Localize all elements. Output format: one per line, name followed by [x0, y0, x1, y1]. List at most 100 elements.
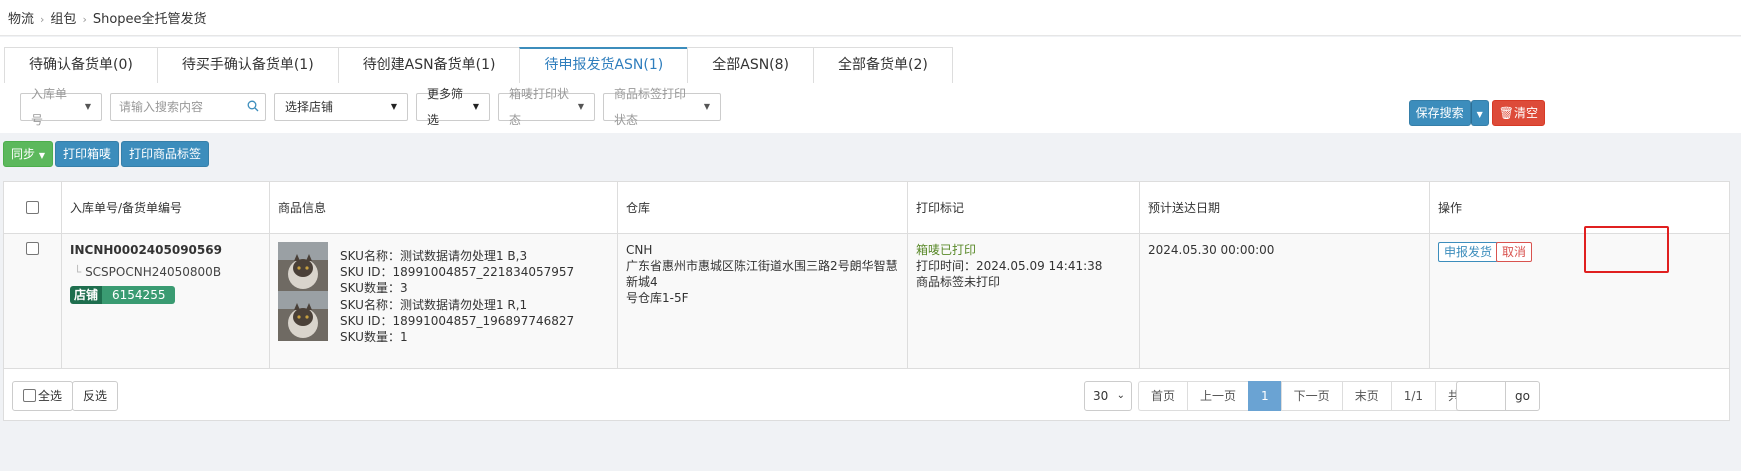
breadcrumb-item-logistics[interactable]: 物流 — [8, 12, 34, 27]
box-print-status-label: 箱唛打印状态 — [509, 87, 570, 127]
box-label-status: 箱唛已打印 — [916, 243, 977, 257]
goto-page-button[interactable]: go — [1505, 381, 1540, 411]
table-header: 入库单号/备货单编号 商品信息 仓库 打印标记 预计送达日期 操作 — [4, 182, 1729, 234]
search-placeholder: 请输入搜索内容 — [119, 100, 204, 114]
caret-down-icon: ▼ — [577, 102, 584, 111]
cat-photo-icon — [278, 291, 328, 341]
sku-name: SKU名称：测试数据请勿处理1 B,3 — [340, 249, 528, 263]
eta-date: 2024.05.30 00:00:00 — [1148, 243, 1275, 257]
header-eta: 预计送达日期 — [1140, 182, 1430, 233]
cancel-button[interactable]: 取消 — [1496, 242, 1533, 262]
page-1-button[interactable]: 1 — [1248, 381, 1281, 411]
asn-table: 入库单号/备货单编号 商品信息 仓库 打印标记 预计送达日期 操作 INCNH0… — [3, 181, 1730, 421]
invert-selection-button[interactable]: 反选 — [72, 381, 119, 411]
order-no-cell: INCNH0002405090569 └ SCSPOCNH24050800B 店… — [62, 234, 270, 368]
header-checkbox-cell — [4, 182, 62, 233]
row-checkbox[interactable] — [26, 242, 39, 255]
print-box-label-button[interactable]: 打印箱唛 — [55, 141, 120, 167]
inbound-no[interactable]: INCNH0002405090569 — [70, 242, 269, 258]
action-bar: 同步 ▼ 打印箱唛 打印商品标签 — [3, 141, 210, 167]
table-footer: 全选 反选 30 ⌄ 首页 上一页 1 下一页 末页 1/1 共1条 go — [4, 370, 1729, 420]
warehouse-cell: CNH 广东省惠州市惠城区陈江街道水围三路2号朗华智慧新城4 号仓库1-5F — [618, 234, 908, 368]
row-checkbox-cell — [4, 234, 62, 368]
store-badge: 店铺 6154255 — [70, 286, 176, 304]
label-print-status-label: 商品标签打印状态 — [614, 87, 687, 127]
filter-panel: 待确认备货单(0) 待买手确认备货单(1) 待创建ASN备货单(1) 待申报发货… — [0, 37, 1753, 133]
sync-button[interactable]: 同步 ▼ — [3, 141, 53, 167]
page-size-select[interactable]: 30 ⌄ — [1084, 381, 1132, 411]
store-badge-id: 6154255 — [102, 286, 176, 304]
label-print-status-select[interactable]: 商品标签打印状态 ▼ — [603, 87, 721, 127]
tab-pending-confirm[interactable]: 待确认备货单(0) — [4, 47, 157, 83]
eta-cell: 2024.05.30 00:00:00 — [1140, 234, 1430, 368]
chevron-right-icon: › — [40, 13, 45, 26]
caret-down-icon: ▼ — [38, 151, 45, 160]
page-size-value: 30 — [1093, 389, 1109, 403]
save-search-button[interactable]: 保存搜索 — [1408, 100, 1471, 126]
table-row: INCNH0002405090569 └ SCSPOCNH24050800B 店… — [4, 234, 1729, 369]
goto-page-input[interactable] — [1456, 381, 1506, 411]
warehouse-address-line-2: 号仓库1-5F — [626, 291, 689, 305]
select-all-checkbox[interactable] — [26, 201, 39, 214]
tab-all-asn[interactable]: 全部ASN(8) — [687, 47, 814, 83]
product-thumbnail[interactable] — [278, 242, 328, 292]
select-all-toggle[interactable]: 全选 — [12, 381, 74, 411]
next-page-button[interactable]: 下一页 — [1280, 381, 1342, 411]
print-product-label-button[interactable]: 打印商品标签 — [121, 141, 210, 167]
breadcrumb-item-current: Shopee全托管发货 — [92, 12, 207, 27]
sku-name: SKU名称：测试数据请勿处理1 R,1 — [340, 298, 528, 312]
store-select-label: 选择店铺 — [285, 100, 334, 114]
breadcrumb-item-package[interactable]: 组包 — [50, 12, 76, 27]
stock-no[interactable]: SCSPOCNH24050800B — [85, 265, 221, 279]
stock-no-row: └ SCSPOCNH24050800B — [70, 264, 269, 280]
select-all-footer-checkbox[interactable] — [23, 389, 36, 402]
chevron-down-icon: ⌄ — [1116, 390, 1125, 401]
select-all-label: 全选 — [38, 389, 63, 403]
save-search-label: 保存搜索 — [1415, 106, 1464, 120]
tab-create-asn[interactable]: 待创建ASN备货单(1) — [337, 47, 520, 83]
search-field-label: 入库单号 — [31, 87, 68, 127]
header-product-info: 商品信息 — [270, 182, 618, 233]
search-field-select[interactable]: 入库单号 ▼ — [20, 87, 102, 127]
product-item: SKU名称：测试数据请勿处理1 R,1 SKU ID：18991004857_1… — [278, 291, 608, 344]
caret-down-icon: ▼ — [472, 102, 479, 111]
product-item: SKU名称：测试数据请勿处理1 B,3 SKU ID：18991004857_2… — [278, 242, 608, 295]
caret-down-icon: ▼ — [84, 102, 91, 111]
sync-label: 同步 — [11, 147, 36, 161]
declare-shipment-button[interactable]: 申报发货 — [1438, 242, 1499, 262]
header-order-no: 入库单号/备货单编号 — [62, 182, 270, 233]
caret-down-icon: ▼ — [1476, 110, 1483, 119]
page-indicator: 1/1 — [1390, 381, 1436, 411]
print-time: 打印时间：2024.05.09 14:41:38 — [916, 259, 1103, 273]
breadcrumb: 物流 › 组包 › Shopee全托管发货 — [0, 0, 1753, 36]
caret-down-icon: ▼ — [703, 102, 710, 111]
chevron-right-icon: › — [82, 13, 87, 26]
product-thumbnail[interactable] — [278, 291, 328, 341]
more-filters-label: 更多筛选 — [427, 87, 464, 127]
clear-label: 清空 — [1513, 106, 1538, 120]
status-tabs: 待确认备货单(0) 待买手确认备货单(1) 待创建ASN备货单(1) 待申报发货… — [4, 47, 953, 83]
tab-all-stock[interactable]: 全部备货单(2) — [813, 47, 953, 83]
store-select[interactable]: 选择店铺 ▼ — [274, 93, 408, 121]
save-search-dropdown[interactable]: ▼ — [1470, 100, 1489, 126]
caret-down-icon: ▼ — [390, 102, 397, 111]
search-icon[interactable] — [247, 100, 259, 112]
box-print-status-select[interactable]: 箱唛打印状态 ▼ — [498, 87, 595, 127]
first-page-button[interactable]: 首页 — [1138, 381, 1188, 411]
clear-button[interactable]: 🗑清空 — [1491, 100, 1545, 126]
more-filters-button[interactable]: 更多筛选 ▼ — [416, 87, 490, 127]
search-input[interactable]: 请输入搜索内容 — [110, 93, 266, 121]
product-label-status: 商品标签未打印 — [916, 275, 1001, 289]
header-operation: 操作 — [1438, 201, 1463, 215]
last-page-button[interactable]: 末页 — [1341, 381, 1391, 411]
store-badge-label: 店铺 — [70, 286, 103, 304]
tab-buyer-confirm[interactable]: 待买手确认备货单(1) — [156, 47, 338, 83]
prev-page-button[interactable]: 上一页 — [1187, 381, 1249, 411]
search-actions: 保存搜索 ▼ 🗑清空 — [1408, 100, 1545, 126]
cat-photo-icon — [278, 242, 328, 292]
tab-declare-asn[interactable]: 待申报发货ASN(1) — [519, 47, 688, 83]
page-scrollbar[interactable] — [1741, 0, 1753, 471]
sku-id: SKU ID：18991004857_196897746827 — [340, 314, 575, 328]
tree-branch-icon: └ — [74, 265, 82, 279]
header-warehouse: 仓库 — [618, 182, 908, 233]
